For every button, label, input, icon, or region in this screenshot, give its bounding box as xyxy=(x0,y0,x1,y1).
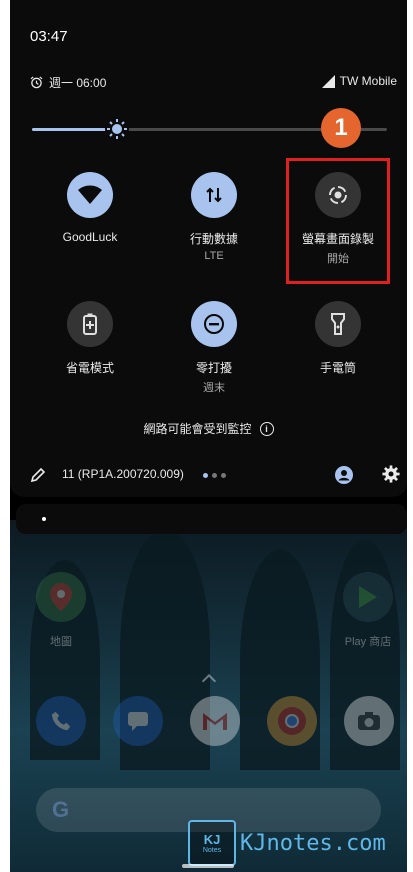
tile-sublabel: LTE xyxy=(204,250,224,262)
tile-do-not-disturb[interactable]: 零打擾 週末 xyxy=(149,301,279,395)
step-badge: 1 xyxy=(321,108,361,148)
alarm-info[interactable]: 週一 06:00 xyxy=(30,74,106,91)
play-store-icon[interactable] xyxy=(343,572,393,622)
build-number[interactable]: 11 (RP1A.200720.009) xyxy=(62,467,184,481)
watermark-text: KJnotes.com xyxy=(240,830,386,856)
notification-bar[interactable] xyxy=(16,504,407,534)
wifi-icon xyxy=(67,172,113,218)
carrier-name: TW Mobile xyxy=(339,74,397,88)
play-store-label: Play 商店 xyxy=(344,636,392,648)
mobile-data-icon xyxy=(191,172,237,218)
tile-sublabel: 週末 xyxy=(203,382,225,394)
watermark: KJ Notes KJnotes.com xyxy=(188,820,386,866)
network-monitor-text: 網路可能會受到監控 xyxy=(143,422,252,436)
tile-label: 行動數據 xyxy=(189,232,238,246)
phone-screen: 地圖 Play 商店 G KJ Notes KJnotes.com 03:47 … xyxy=(10,0,407,872)
settings-gear-icon[interactable] xyxy=(382,465,400,483)
tile-flashlight[interactable]: 手電筒 xyxy=(273,301,403,376)
network-monitor-notice[interactable]: 網路可能會受到監控 i xyxy=(10,420,407,437)
chrome-icon[interactable] xyxy=(267,696,317,746)
tile-label: 零打擾 xyxy=(195,361,232,375)
brightness-thumb[interactable] xyxy=(105,117,130,141)
battery-saver-icon xyxy=(67,301,113,347)
status-time: 03:47 xyxy=(30,28,68,45)
watermark-logo-text: KJ xyxy=(203,832,221,847)
maps-icon[interactable] xyxy=(36,572,86,622)
brightness-icon xyxy=(107,119,128,139)
tile-mobile-data[interactable]: 行動數據 LTE xyxy=(149,172,279,262)
gesture-nav-pill[interactable] xyxy=(182,864,234,868)
gmail-icon[interactable] xyxy=(190,696,240,746)
phone-icon[interactable] xyxy=(36,696,86,746)
info-icon: i xyxy=(259,421,274,436)
notification-dot xyxy=(42,517,46,521)
watermark-logo: KJ Notes xyxy=(188,820,236,866)
tile-wifi[interactable]: GoodLuck xyxy=(25,172,155,244)
page-dot xyxy=(203,473,208,478)
alarm-clock-icon xyxy=(30,76,43,89)
tile-label: 手電筒 xyxy=(319,361,356,375)
google-logo-icon: G xyxy=(52,797,70,822)
tile-battery-saver[interactable]: 省電模式 xyxy=(25,301,155,376)
carrier-info: TW Mobile xyxy=(321,74,397,88)
maps-label: 地圖 xyxy=(50,636,72,648)
do-not-disturb-icon xyxy=(191,301,237,347)
watermark-logo-sub: Notes xyxy=(202,847,222,854)
user-account-icon[interactable] xyxy=(334,465,354,485)
page-dot xyxy=(212,473,217,478)
tile-label: GoodLuck xyxy=(62,230,118,244)
camera-icon[interactable] xyxy=(344,696,394,746)
tile-label: 省電模式 xyxy=(65,361,114,375)
edit-pencil-icon[interactable] xyxy=(30,467,46,483)
quick-settings-panel: 03:47 週一 06:00 TW Mobile 1 GoodLuck 行動數據… xyxy=(10,0,407,497)
page-dot xyxy=(221,473,226,478)
qs-footer: 11 (RP1A.200720.009) xyxy=(10,462,407,488)
alarm-time: 週一 06:00 xyxy=(49,76,107,90)
flashlight-icon xyxy=(315,301,361,347)
highlight-box xyxy=(286,158,390,284)
page-indicator xyxy=(203,473,226,478)
signal-icon xyxy=(321,74,335,88)
messages-icon[interactable] xyxy=(113,696,163,746)
